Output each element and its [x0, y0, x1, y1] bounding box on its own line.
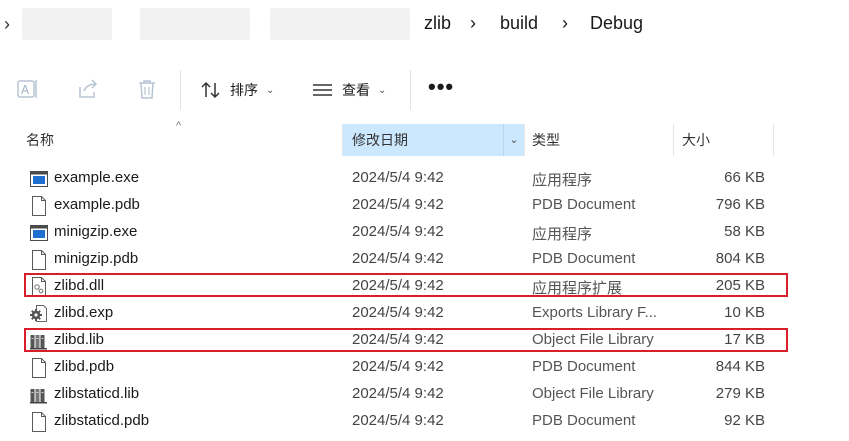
- file-size: 796 KB: [715, 196, 765, 213]
- toolbar-divider: [180, 70, 181, 110]
- toolbar-divider: [410, 70, 411, 110]
- file-date: 2024/5/4 9:42: [352, 358, 444, 375]
- file-date: 2024/5/4 9:42: [352, 223, 444, 240]
- chevron-down-icon: ⌄: [378, 84, 387, 96]
- redacted-path: [140, 8, 250, 40]
- address-bar[interactable]: › zlib › build › Debug: [0, 0, 849, 50]
- file-row[interactable]: example.exe 2024/5/4 9:42 应用程序 66 KB: [0, 165, 849, 192]
- breadcrumb-item[interactable]: Debug: [590, 13, 643, 34]
- breadcrumb-separator-icon[interactable]: ›: [562, 13, 568, 34]
- rename-icon[interactable]: A: [16, 77, 40, 101]
- file-name: minigzip.pdb: [54, 250, 139, 267]
- file-date: 2024/5/4 9:42: [352, 169, 444, 186]
- file-name: zlibstaticd.pdb: [54, 412, 150, 429]
- column-type[interactable]: 类型: [532, 124, 560, 156]
- view-label: 查看: [342, 82, 370, 98]
- file-name: minigzip.exe: [54, 223, 138, 240]
- file-date: 2024/5/4 9:42: [352, 385, 444, 402]
- file-date: 2024/5/4 9:42: [352, 304, 444, 321]
- file-size: 844 KB: [715, 358, 765, 375]
- document-icon: [32, 358, 46, 378]
- svg-text:A: A: [21, 83, 30, 97]
- column-divider[interactable]: [524, 124, 525, 156]
- file-size: 804 KB: [715, 250, 765, 267]
- file-type: 应用程序: [532, 172, 593, 189]
- column-size[interactable]: 大小: [682, 124, 710, 156]
- sort-icon: [201, 81, 220, 99]
- file-row[interactable]: example.pdb 2024/5/4 9:42 PDB Document 7…: [0, 192, 849, 219]
- column-divider[interactable]: [673, 124, 674, 156]
- delete-icon[interactable]: [135, 77, 159, 101]
- breadcrumb-expand-icon[interactable]: ›: [4, 14, 10, 35]
- library-icon: [30, 389, 47, 404]
- file-size: 58 KB: [724, 223, 765, 240]
- chevron-down-icon: ⌄: [266, 84, 275, 96]
- column-date: 修改日期: [352, 132, 408, 148]
- file-type: Exports Library F...: [532, 304, 658, 321]
- file-row[interactable]: zlibd.pdb 2024/5/4 9:42 PDB Document 844…: [0, 354, 849, 381]
- breadcrumb-item[interactable]: zlib: [424, 13, 451, 34]
- exe-icon: [30, 225, 48, 241]
- document-icon: [32, 412, 46, 432]
- view-list-icon: [313, 84, 332, 96]
- file-row[interactable]: minigzip.pdb 2024/5/4 9:42 PDB Document …: [0, 246, 849, 273]
- file-row[interactable]: zlibstaticd.lib 2024/5/4 9:42 Object Fil…: [0, 381, 849, 408]
- file-size: 66 KB: [724, 169, 765, 186]
- file-size: 10 KB: [724, 304, 765, 321]
- file-row[interactable]: minigzip.exe 2024/5/4 9:42 应用程序 58 KB: [0, 219, 849, 246]
- file-name: example.pdb: [54, 196, 140, 213]
- file-name: zlibd.exp: [54, 304, 114, 321]
- file-size: 92 KB: [724, 412, 765, 429]
- more-options-button[interactable]: •••: [428, 74, 454, 100]
- gear-file-icon: [30, 305, 47, 322]
- breadcrumb-separator-icon[interactable]: ›: [470, 13, 476, 34]
- sort-ascending-icon: ^: [176, 120, 182, 132]
- column-date-selected[interactable]: 修改日期: [343, 124, 524, 156]
- view-button[interactable]: 查看 ⌄: [312, 78, 386, 102]
- file-type: 应用程序: [532, 226, 593, 243]
- column-name[interactable]: 名称: [26, 124, 54, 156]
- file-size: 279 KB: [715, 385, 765, 402]
- command-bar: A 排序 ⌄ 查看 ⌄ •••: [0, 62, 849, 118]
- file-type: PDB Document: [532, 412, 636, 429]
- highlight-box-zlibd-lib: [24, 328, 788, 352]
- sort-button[interactable]: 排序 ⌄: [200, 78, 274, 102]
- file-type: PDB Document: [532, 250, 636, 267]
- file-row[interactable]: zlibstaticd.pdb 2024/5/4 9:42 PDB Docume…: [0, 408, 849, 435]
- redacted-path: [270, 8, 410, 40]
- file-name: zlibstaticd.lib: [54, 385, 140, 402]
- exe-icon: [30, 171, 48, 187]
- sort-label: 排序: [230, 82, 258, 98]
- file-name: example.exe: [54, 169, 140, 186]
- file-date: 2024/5/4 9:42: [352, 412, 444, 429]
- column-header: ^ 名称 修改日期 ⌄ 类型 大小: [0, 120, 849, 156]
- file-date: 2024/5/4 9:42: [352, 196, 444, 213]
- file-date: 2024/5/4 9:42: [352, 250, 444, 267]
- file-type: PDB Document: [532, 358, 636, 375]
- highlight-box-zlibd-dll: [24, 273, 788, 297]
- file-row[interactable]: zlibd.exp 2024/5/4 9:42 Exports Library …: [0, 300, 849, 327]
- file-type: Object File Library: [532, 385, 654, 402]
- document-icon: [32, 196, 46, 216]
- file-name: zlibd.pdb: [54, 358, 115, 375]
- share-icon[interactable]: [76, 77, 100, 101]
- document-icon: [32, 250, 46, 270]
- chevron-down-icon[interactable]: ⌄: [503, 124, 524, 156]
- breadcrumb-item[interactable]: build: [500, 13, 538, 34]
- redacted-path: [22, 8, 112, 40]
- file-type: PDB Document: [532, 196, 636, 213]
- column-divider[interactable]: [773, 124, 774, 156]
